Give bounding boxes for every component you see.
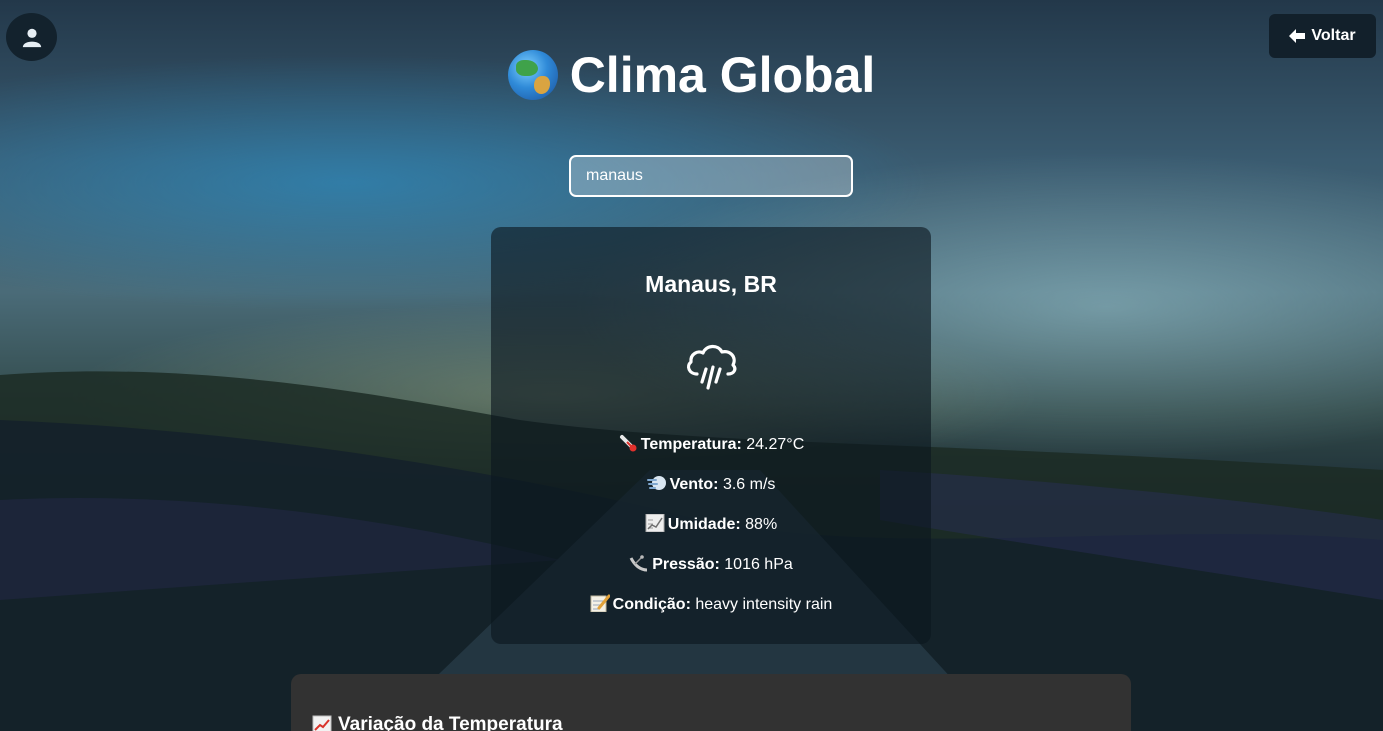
globe-icon — [507, 50, 558, 100]
arrow-left-icon — [1289, 29, 1306, 43]
pressure-value: 1016 hPa — [724, 556, 793, 573]
pressure-label: Pressão: — [652, 556, 720, 573]
city-search-input[interactable] — [569, 155, 853, 197]
user-icon — [22, 28, 41, 48]
back-button-label: Voltar — [1311, 27, 1356, 44]
temperature-chart-panel: Variação da Temperatura — [291, 674, 1131, 731]
humidity-value: 88% — [745, 516, 778, 533]
chart-increasing-icon — [312, 715, 332, 731]
humidity-label: Umidade: — [667, 516, 741, 533]
humidity-row: Umidade: 88% — [491, 505, 931, 545]
page-title: Clima Global — [0, 46, 1383, 104]
chart-panel-title-text: Variação da Temperatura — [338, 714, 563, 731]
page-title-text: Clima Global — [569, 47, 876, 103]
condition-value: heavy intensity rain — [695, 596, 833, 613]
memo-icon — [590, 594, 610, 612]
wind-icon — [646, 476, 666, 490]
weather-card: Manaus, BR Temperatura: 24.27°C Vento: 3… — [491, 227, 931, 644]
humidity-icon — [645, 514, 665, 532]
pressure-row: Pressão: 1016 hPa — [491, 545, 931, 585]
wind-row: Vento: 3.6 m/s — [491, 465, 931, 505]
city-name: Manaus, BR — [645, 271, 777, 297]
wind-label: Vento: — [669, 476, 719, 493]
temperature-label: Temperatura: — [640, 436, 742, 453]
thermometer-icon — [619, 435, 637, 452]
temperature-row: Temperatura: 24.27°C — [491, 425, 931, 465]
satellite-icon — [629, 555, 648, 572]
chart-panel-title: Variação da Temperatura — [312, 714, 563, 731]
cloud-rain-icon — [686, 344, 737, 390]
wind-value: 3.6 m/s — [722, 476, 776, 493]
condition-label: Condição: — [612, 596, 691, 613]
condition-row: Condição: heavy intensity rain — [491, 585, 931, 625]
temperature-value: 24.27°C — [746, 436, 805, 453]
